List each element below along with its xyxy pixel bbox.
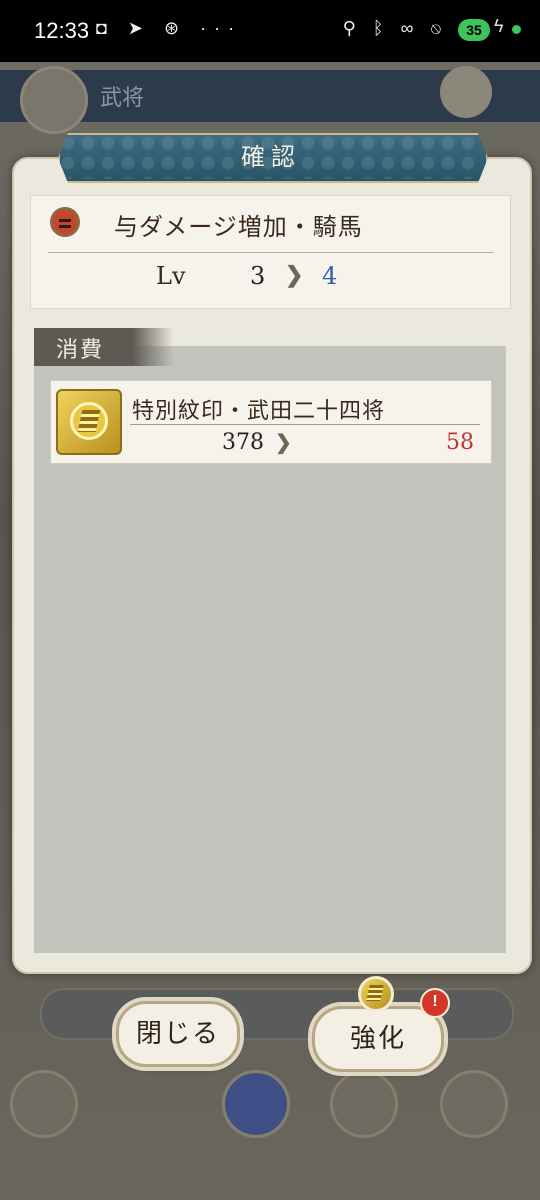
- charging-icon: ϟ: [494, 16, 504, 36]
- item-name: 特別紋印・武田二十四将: [132, 399, 386, 424]
- skill-type-icon: [50, 207, 80, 237]
- skill-name: 与ダメージ増加・騎馬: [114, 213, 363, 241]
- mute-icon: ⍉: [430, 18, 448, 38]
- battery-indicator: 35: [458, 19, 490, 41]
- status-notification-icons: ◘ ➤ ⊛ ···: [96, 18, 242, 39]
- background-bottom-nav: [0, 1060, 540, 1160]
- consumption-label: 消費: [56, 338, 105, 363]
- bluetooth-icon: ᛒ: [372, 18, 390, 38]
- background-nav-icon: [330, 1070, 398, 1138]
- background-nav-icon: [440, 1070, 508, 1138]
- item-count-current: 378: [222, 430, 264, 455]
- background-avatar: [20, 66, 88, 134]
- chevron-right-icon: ❯: [285, 262, 304, 288]
- vpn-icon: ⊛: [164, 18, 188, 38]
- background-header-title: 武将: [100, 86, 145, 111]
- level-next: 4: [322, 262, 338, 290]
- divider: [48, 252, 494, 253]
- background-back-icon: [10, 1070, 78, 1138]
- divider: [130, 424, 480, 425]
- privacy-dot-icon: [512, 25, 521, 34]
- enhance-button[interactable]: 強化: [312, 1006, 444, 1072]
- level-current: 3: [250, 262, 266, 290]
- game-controller-icon: ◘: [96, 18, 115, 38]
- dialog-title: 確認: [241, 143, 301, 171]
- telegram-icon: ➤: [127, 18, 151, 38]
- location-icon: ⚲: [342, 18, 362, 38]
- status-time: 12:33: [34, 18, 90, 43]
- close-button[interactable]: 閉じる: [116, 1001, 240, 1067]
- link-icon: ∞: [400, 18, 420, 38]
- more-icon: ···: [200, 18, 243, 38]
- alert-icon: !: [420, 988, 450, 1018]
- background-nav-icon: [222, 1070, 290, 1138]
- status-bar: 12:33 ◘ ➤ ⊛ ··· ⚲ ᛒ ∞ ⍉ ◠ 35 ϟ: [0, 0, 540, 62]
- chevron-right-icon: ❯: [275, 430, 292, 454]
- item-count-after: 58: [446, 430, 474, 455]
- background-menu-icon: [440, 66, 492, 118]
- level-label: Lv: [156, 262, 186, 290]
